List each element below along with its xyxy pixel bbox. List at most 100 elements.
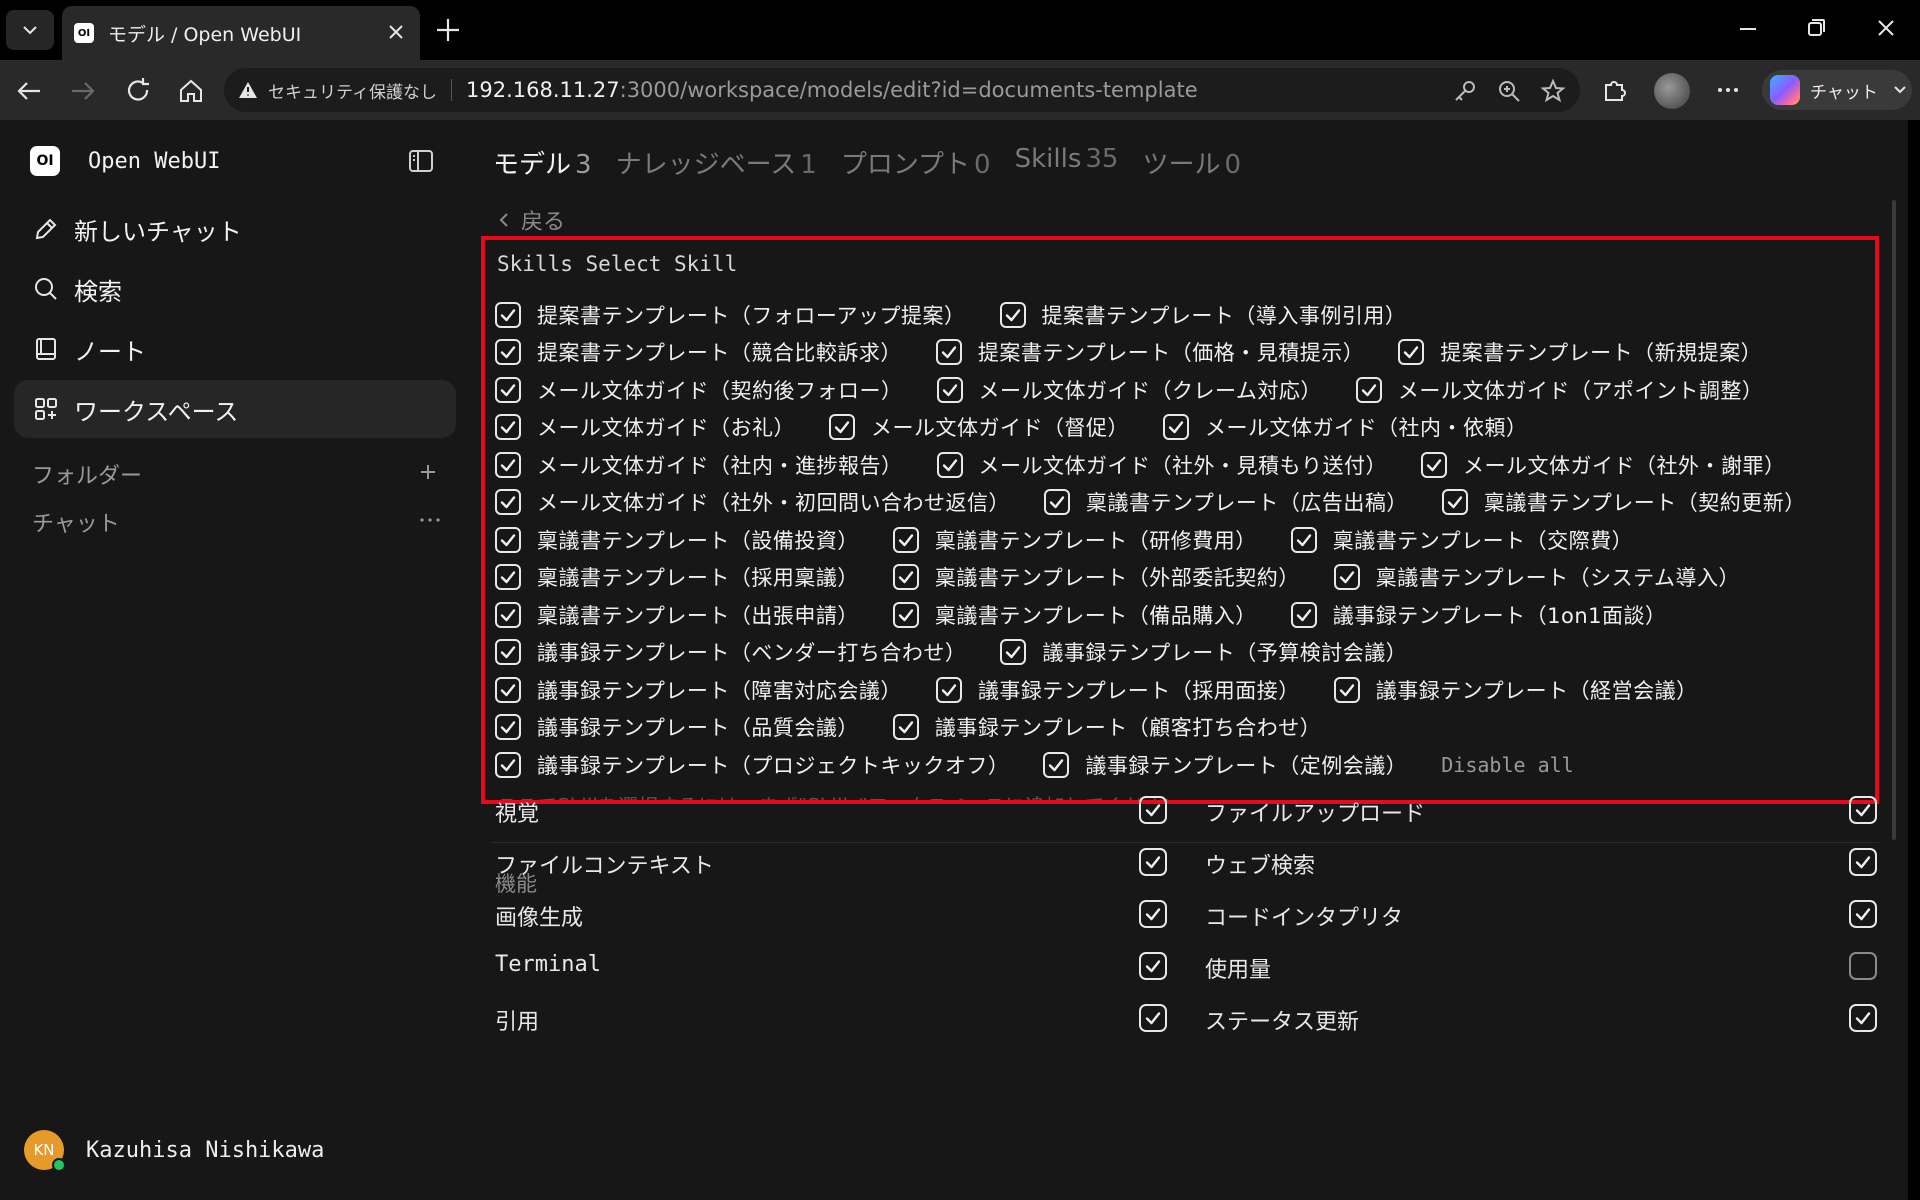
copilot-chat-button[interactable]: チャット: [1762, 70, 1912, 110]
brand[interactable]: OI Open WebUI: [30, 146, 220, 176]
capability-checkbox[interactable]: [1139, 952, 1167, 980]
capability-checkbox[interactable]: [1849, 900, 1877, 928]
tab-prompts[interactable]: プロンプト 0: [841, 144, 991, 181]
skill-checkbox[interactable]: [495, 489, 521, 516]
disable-all-button[interactable]: Disable all: [1441, 753, 1573, 777]
skill-checkbox[interactable]: [495, 451, 521, 478]
sidebar-item-search[interactable]: 検索: [14, 260, 456, 318]
url-text[interactable]: 192.168.11.27:3000/workspace/models/edit…: [466, 78, 1198, 102]
warning-icon[interactable]: [238, 80, 258, 100]
skill-checkbox[interactable]: [892, 601, 919, 628]
sidebar-toggle-icon[interactable]: [406, 146, 436, 176]
capability-checkbox[interactable]: [1849, 1004, 1877, 1032]
more-options-icon[interactable]: [418, 510, 442, 530]
sidebar-item-notes[interactable]: ノート: [14, 320, 456, 378]
skill-checkbox-item[interactable]: 議事録テンプレート（定例会議）: [1043, 750, 1407, 780]
capability-checkbox[interactable]: [1849, 952, 1877, 980]
skill-checkbox[interactable]: [935, 339, 962, 366]
capability-checkbox[interactable]: [1139, 1004, 1167, 1032]
zoom-icon[interactable]: [1496, 78, 1522, 104]
favorite-star-icon[interactable]: [1540, 78, 1566, 104]
key-icon[interactable]: [1452, 78, 1478, 104]
minimize-icon[interactable]: [1734, 14, 1762, 42]
tab-skills[interactable]: Skills 35: [1015, 144, 1119, 181]
skill-checkbox[interactable]: [999, 301, 1026, 328]
skill-checkbox[interactable]: [1290, 601, 1317, 628]
capability-checkbox[interactable]: [1849, 796, 1877, 824]
reload-icon[interactable]: [123, 76, 153, 106]
skill-checkbox-item[interactable]: メール文体ガイド（社内・進捗報告）: [495, 450, 903, 480]
new-tab-plus-icon[interactable]: [432, 14, 464, 46]
skill-checkbox-item[interactable]: 稟議書テンプレート（設備投資）: [495, 525, 859, 555]
skill-checkbox-item[interactable]: 稟議書テンプレート（交際費）: [1290, 525, 1633, 555]
skill-checkbox[interactable]: [936, 451, 963, 478]
skill-checkbox-item[interactable]: 議事録テンプレート（経営会議）: [1333, 675, 1698, 705]
window-close-icon[interactable]: [1872, 14, 1900, 42]
home-icon[interactable]: [176, 76, 206, 106]
skill-checkbox[interactable]: [1290, 526, 1317, 553]
skill-checkbox[interactable]: [495, 339, 521, 366]
skill-checkbox-item[interactable]: 稟議書テンプレート（外部委託契約）: [892, 562, 1300, 592]
tab-tools[interactable]: ツール 0: [1142, 144, 1241, 181]
skill-checkbox-item[interactable]: 提案書テンプレート（導入事例引用）: [999, 300, 1407, 330]
skill-checkbox-item[interactable]: 議事録テンプレート（ベンダー打ち合わせ）: [495, 637, 966, 667]
extensions-puzzle-icon[interactable]: [1600, 76, 1628, 104]
skill-checkbox[interactable]: [495, 564, 521, 591]
skill-checkbox[interactable]: [495, 714, 521, 741]
skill-checkbox[interactable]: [1043, 751, 1070, 778]
more-menu-icon[interactable]: [1714, 76, 1742, 104]
skill-checkbox[interactable]: [935, 676, 962, 703]
sidebar-item-workspace[interactable]: ワークスペース: [14, 380, 456, 438]
skill-checkbox[interactable]: [1333, 564, 1360, 591]
skill-checkbox-item[interactable]: メール文体ガイド（社外・謝罪）: [1421, 450, 1786, 480]
skill-checkbox-item[interactable]: 稟議書テンプレート（広告出稿）: [1044, 487, 1408, 517]
skill-checkbox[interactable]: [892, 564, 919, 591]
skill-checkbox[interactable]: [1421, 451, 1447, 478]
skill-checkbox[interactable]: [1398, 339, 1425, 366]
skill-checkbox-item[interactable]: メール文体ガイド（社外・見積もり送付）: [936, 450, 1388, 480]
skill-checkbox[interactable]: [1441, 489, 1468, 516]
user-menu[interactable]: KN Kazuhisa Nishikawa: [24, 1130, 324, 1172]
capability-checkbox[interactable]: [1139, 848, 1167, 876]
skill-checkbox-item[interactable]: 稟議書テンプレート（契約更新）: [1441, 487, 1806, 517]
insecure-label[interactable]: セキュリティ保護なし: [268, 78, 437, 103]
skill-checkbox[interactable]: [1163, 414, 1189, 441]
skill-checkbox[interactable]: [495, 376, 521, 403]
skill-checkbox-item[interactable]: 稟議書テンプレート（出張申請）: [495, 600, 859, 630]
sidebar-item-new-chat[interactable]: 新しいチャット: [14, 200, 456, 258]
skill-checkbox-item[interactable]: メール文体ガイド（社内・依頼）: [1163, 412, 1528, 442]
skill-checkbox[interactable]: [892, 714, 919, 741]
chats-section-label[interactable]: チャット: [32, 506, 120, 538]
skill-checkbox[interactable]: [829, 414, 855, 441]
skill-checkbox-item[interactable]: 提案書テンプレート（新規提案）: [1398, 337, 1762, 367]
skill-checkbox-item[interactable]: 議事録テンプレート（採用面接）: [935, 675, 1300, 705]
skill-checkbox-item[interactable]: 議事録テンプレート（顧客打ち合わせ）: [892, 712, 1321, 742]
skill-checkbox-item[interactable]: 稟議書テンプレート（採用稟議）: [495, 562, 859, 592]
capability-checkbox[interactable]: [1139, 900, 1167, 928]
skill-checkbox-item[interactable]: 提案書テンプレート（価格・見積提示）: [935, 337, 1364, 367]
capability-checkbox[interactable]: [1849, 848, 1877, 876]
folders-section-label[interactable]: フォルダー: [32, 458, 142, 490]
skill-checkbox-item[interactable]: 議事録テンプレート（1on1面談）: [1290, 600, 1667, 630]
capability-checkbox[interactable]: [1139, 796, 1167, 824]
address-bar[interactable]: セキュリティ保護なし 192.168.11.27:3000/workspace/…: [224, 68, 1580, 112]
skill-checkbox-item[interactable]: 議事録テンプレート（障害対応会議）: [495, 675, 902, 705]
skill-checkbox-item[interactable]: 稟議書テンプレート（システム導入）: [1333, 562, 1740, 592]
skill-checkbox-item[interactable]: メール文体ガイド（アポイント調整）: [1355, 375, 1764, 405]
scrollbar[interactable]: [1888, 120, 1900, 1200]
skill-checkbox-item[interactable]: メール文体ガイド（お礼）: [495, 412, 795, 442]
skill-checkbox[interactable]: [495, 526, 521, 553]
skill-checkbox[interactable]: [495, 601, 521, 628]
skill-checkbox[interactable]: [495, 751, 521, 778]
skill-checkbox-item[interactable]: メール文体ガイド（社外・初回問い合わせ返信）: [495, 487, 1010, 517]
tab-actions-button[interactable]: [6, 10, 54, 50]
skill-checkbox-item[interactable]: 稟議書テンプレート（備品購入）: [892, 600, 1257, 630]
skill-checkbox-item[interactable]: 稟議書テンプレート（研修費用）: [892, 525, 1257, 555]
skill-checkbox-item[interactable]: 議事録テンプレート（プロジェクトキックオフ）: [495, 750, 1009, 780]
back-link[interactable]: 戻る: [497, 204, 565, 236]
skill-checkbox[interactable]: [936, 376, 963, 403]
skill-checkbox-item[interactable]: メール文体ガイド（クレーム対応）: [936, 375, 1322, 405]
skill-checkbox-item[interactable]: 議事録テンプレート（予算検討会議）: [1000, 637, 1407, 667]
skill-checkbox[interactable]: [1333, 676, 1360, 703]
tab-knowledge[interactable]: ナレッジベース 1: [616, 144, 817, 181]
